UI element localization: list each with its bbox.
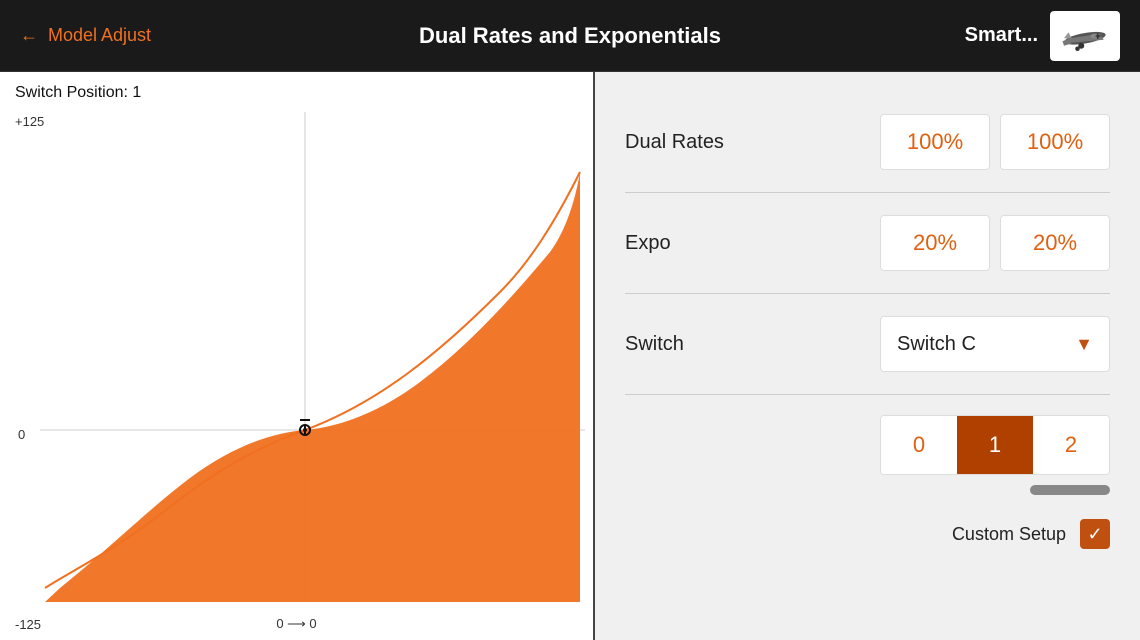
airplane-icon [1055, 16, 1115, 56]
header: ← Model Adjust Dual Rates and Exponentia… [0, 0, 1140, 72]
dual-rates-value-1[interactable]: 100% [880, 114, 990, 170]
expo-value-2[interactable]: 20% [1000, 215, 1110, 271]
back-label: Model Adjust [48, 25, 151, 46]
model-name: Smart... [965, 24, 1038, 47]
switch-dropdown[interactable]: Switch C ▼ [880, 316, 1110, 372]
switch-position-selector: 0 1 2 [880, 415, 1110, 475]
switch-pos-1[interactable]: 1 [957, 416, 1033, 474]
switch-pos-0[interactable]: 0 [881, 416, 957, 474]
expo-values: 20% 20% [880, 215, 1110, 271]
custom-setup-label: Custom Setup [952, 524, 1066, 545]
y-axis-bottom-label: -125 [15, 617, 41, 632]
slider-indicator [1030, 485, 1110, 495]
controls-panel: Dual Rates 100% 100% Expo 20% 20% Switch… [595, 72, 1140, 640]
y-axis-mid-label: 0 [18, 427, 25, 442]
expo-label: Expo [625, 232, 671, 255]
dual-rates-values: 100% 100% [880, 114, 1110, 170]
back-arrow-icon: ← [20, 25, 38, 46]
back-button[interactable]: ← Model Adjust [20, 25, 151, 46]
curve-graph [40, 112, 585, 612]
expo-row: Expo 20% 20% [625, 193, 1110, 294]
custom-setup-row: Custom Setup ✓ [625, 505, 1110, 549]
custom-setup-checkbox[interactable]: ✓ [1080, 519, 1110, 549]
header-right: Smart... [965, 11, 1120, 61]
main-content: Switch Position: 1 +125 0 -125 0 ⟶ 0 [0, 72, 1140, 640]
expo-value-1[interactable]: 20% [880, 215, 990, 271]
switch-row: Switch Switch C ▼ [625, 294, 1110, 395]
graph-panel: Switch Position: 1 +125 0 -125 0 ⟶ 0 [0, 72, 595, 640]
checkmark-icon: ✓ [1087, 524, 1102, 545]
switch-position-label: Switch Position: 1 [15, 84, 141, 102]
page-title: Dual Rates and Exponentials [419, 23, 721, 49]
switch-label: Switch [625, 333, 684, 356]
switch-position-area: 0 1 2 [625, 395, 1110, 505]
dropdown-arrow-icon: ▼ [1075, 334, 1093, 355]
x-axis-label: 0 ⟶ 0 [276, 616, 316, 632]
dual-rates-row: Dual Rates 100% 100% [625, 92, 1110, 193]
dual-rates-label: Dual Rates [625, 131, 724, 154]
switch-value: Switch C [897, 333, 976, 356]
dual-rates-value-2[interactable]: 100% [1000, 114, 1110, 170]
model-icon[interactable] [1050, 11, 1120, 61]
switch-pos-2[interactable]: 2 [1033, 416, 1109, 474]
